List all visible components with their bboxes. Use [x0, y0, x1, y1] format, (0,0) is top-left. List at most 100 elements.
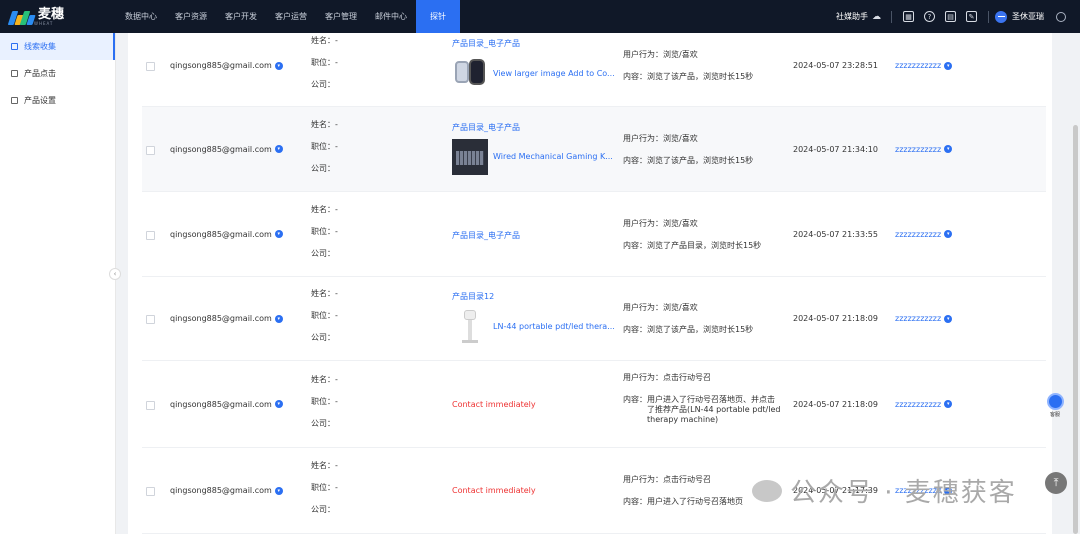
owner-select[interactable]: zzzzzzzzzzz ▾	[895, 400, 953, 409]
contact-position: 职位：-	[311, 58, 338, 67]
contact-company: 公司：	[311, 163, 335, 173]
contact-position: 职位：-	[311, 483, 338, 492]
chevron-down-icon[interactable]: ▾	[944, 400, 953, 408]
user-avatar[interactable]	[995, 10, 1007, 23]
owner-select[interactable]: zzzzzzzzzzz ▾	[895, 145, 953, 154]
user-behavior: 用户行为：浏览/喜欢	[623, 303, 698, 312]
visit-time: 2024-05-07 21:18:09	[793, 399, 878, 409]
chevron-down-icon[interactable]: ▾	[274, 314, 283, 323]
list-icon	[11, 43, 18, 50]
contact-name: 姓名：-	[311, 36, 338, 45]
chevron-down-icon[interactable]: ▾	[944, 61, 953, 70]
row-checkbox[interactable]	[146, 487, 155, 496]
sidebar-item[interactable]: 产品设置	[0, 87, 115, 114]
watermark-text: 公众号 · 麦穗获客	[790, 478, 1017, 508]
sidebar-item[interactable]: 产品点击	[0, 60, 115, 87]
row-checkbox[interactable]	[146, 315, 155, 324]
nav-item[interactable]: 探针	[416, 0, 460, 33]
brand-logo[interactable]: 麦穗 WHEAT	[0, 8, 116, 26]
product-thumbnail[interactable]	[452, 308, 488, 344]
chevron-down-icon[interactable]: ▾	[274, 230, 283, 238]
sidebar-item-label: 产品点击	[24, 69, 56, 78]
lead-email[interactable]: qingsong885@gmail.com ▾	[170, 314, 283, 323]
lead-email-text: qingsong885@gmail.com	[170, 229, 272, 239]
owner-select[interactable]: zzzzzzzzzzz ▾	[895, 61, 953, 70]
behavior-content: 内容：浏览了该产品，浏览时长15秒	[623, 325, 754, 334]
chevron-down-icon[interactable]: ▾	[274, 400, 283, 408]
product-name-link[interactable]: View larger image Add to Co...	[493, 69, 615, 78]
product-category-link[interactable]: Contact immediately	[452, 400, 536, 409]
product-name-link[interactable]: LN-44 portable pdt/led thera...	[493, 322, 615, 331]
contact-company: 公司：	[311, 505, 335, 514]
back-to-top-button[interactable]: ⤒	[1045, 472, 1067, 494]
nav-item[interactable]: 客户管理	[316, 0, 366, 33]
sidebar-item[interactable]: 线索收集	[0, 33, 115, 60]
user-name[interactable]: 圣休亚瑞	[1012, 11, 1044, 22]
product-thumbnail[interactable]	[452, 55, 488, 91]
chevron-down-icon[interactable]: ▾	[944, 230, 953, 238]
top-navbar: 麦穗 WHEAT 数据中心 客户资源 客户开发 客户运营 客户管理 邮件中心 探针 社媒助手…	[0, 0, 1080, 33]
visit-time: 2024-05-07 21:34:10	[793, 144, 878, 154]
toolbar-divider	[891, 10, 892, 23]
user-behavior: 用户行为：点击行动号召	[623, 372, 711, 382]
behavior-cell: 用户行为：浏览/喜欢 内容：浏览了该产品，浏览时长15秒	[623, 134, 793, 166]
sidebar-collapse-button[interactable]: ‹	[109, 268, 121, 280]
nav-item[interactable]: 客户运营	[266, 0, 316, 33]
product-category-link[interactable]: 产品目录_电子产品	[452, 122, 613, 133]
contact-position: 职位：-	[311, 396, 338, 406]
social-assistant-link[interactable]: 社媒助手	[836, 11, 868, 22]
chevron-down-icon[interactable]: ▾	[274, 61, 283, 70]
product-name-link[interactable]: Wired Mechanical Gaming K...	[493, 152, 613, 161]
nav-item[interactable]: 邮件中心	[366, 0, 416, 33]
apps-grid-icon[interactable]: ▦	[903, 11, 914, 22]
calendar-icon[interactable]: ▤	[945, 11, 956, 22]
product-category-link[interactable]: 产品目录_电子产品	[452, 38, 615, 49]
edit-icon[interactable]: ✎	[966, 11, 977, 22]
lead-email[interactable]: qingsong885@gmail.com ▾	[170, 230, 283, 239]
owner-select[interactable]: zzzzzzzzzzz ▾	[895, 229, 953, 239]
language-globe-icon[interactable]	[1056, 11, 1066, 22]
product-thumbnail[interactable]	[452, 138, 488, 175]
owner-select[interactable]: zzzzzzzzzzz ▾	[895, 314, 953, 323]
behavior-cell: 用户行为：浏览/喜欢 内容：浏览了产品目录，浏览时长15秒	[623, 219, 793, 251]
product-cell: Contact immediately	[452, 400, 536, 409]
nav-item[interactable]: 数据中心	[116, 0, 166, 33]
lead-email-text: qingsong885@gmail.com	[170, 144, 272, 154]
chevron-down-icon[interactable]: ▾	[274, 486, 283, 495]
contact-position: 职位：-	[311, 141, 338, 151]
lead-email[interactable]: qingsong885@gmail.com ▾	[170, 61, 283, 70]
behavior-cell: 用户行为：点击行动号召 内容：用户进入了行动号召落地页、并点击 了推荐产品(LN-4…	[623, 373, 793, 425]
chevron-down-icon[interactable]: ▾	[944, 145, 953, 153]
row-checkbox[interactable]	[146, 62, 155, 71]
chevron-down-icon[interactable]: ▾	[944, 314, 953, 323]
row-checkbox[interactable]	[146, 230, 155, 240]
owner-name: zzzzzzzzzzz	[895, 229, 942, 239]
product-category-link[interactable]: Contact immediately	[452, 486, 536, 495]
nav-item[interactable]: 客户资源	[166, 0, 216, 33]
nav-item[interactable]: 客户开发	[216, 0, 266, 33]
vertical-scrollbar[interactable]	[1073, 125, 1078, 534]
lead-email-text: qingsong885@gmail.com	[170, 61, 272, 70]
row-checkbox[interactable]	[146, 145, 155, 155]
wechat-icon	[752, 479, 782, 502]
visit-time: 2024-05-07 23:28:51	[793, 61, 878, 70]
table-row: qingsong885@gmail.com ▾ 姓名：- 职位：- 公司： 产品目录_电子…	[142, 107, 1046, 192]
lead-email[interactable]: qingsong885@gmail.com ▾	[170, 400, 283, 409]
click-icon	[11, 70, 18, 77]
product-category-link[interactable]: 产品目录12	[452, 291, 615, 302]
lead-email[interactable]: qingsong885@gmail.com ▾	[170, 145, 283, 154]
product-cell: 产品目录_电子产品 View larger image Add to Co...	[452, 38, 615, 91]
row-checkbox[interactable]	[146, 400, 155, 410]
user-behavior: 用户行为：浏览/喜欢	[623, 133, 698, 143]
brand-name: 麦穗	[38, 6, 65, 22]
behavior-cell: 用户行为：浏览/喜欢内容：浏览了该产品，浏览时长15秒	[623, 303, 793, 335]
product-category-link[interactable]: 产品目录_电子产品	[452, 230, 520, 241]
lead-email[interactable]: qingsong885@gmail.com ▾	[170, 486, 283, 495]
customer-service-button[interactable]: 客服	[1045, 393, 1065, 419]
help-icon[interactable]: ?	[924, 11, 935, 22]
chevron-down-icon[interactable]: ▾	[274, 145, 283, 153]
product-line: LN-44 portable pdt/led thera...	[452, 308, 615, 344]
sidebar: 线索收集产品点击产品设置	[0, 33, 116, 534]
behavior-content: therapy machine)	[647, 414, 719, 424]
cloud-upload-icon[interactable]: ☁	[872, 12, 881, 22]
